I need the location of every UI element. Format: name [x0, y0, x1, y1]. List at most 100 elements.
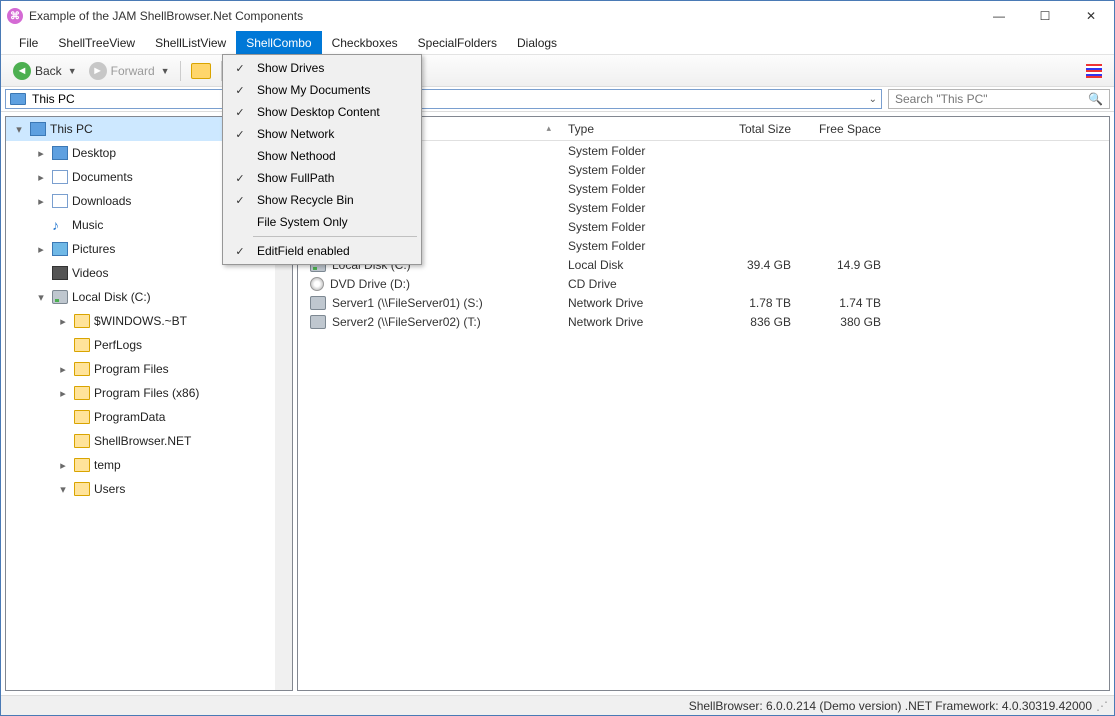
net-icon: [310, 315, 326, 329]
maximize-button[interactable]: ☐: [1022, 1, 1068, 31]
expand-toggle-icon[interactable]: ▾: [56, 483, 70, 496]
tree-item-label: Pictures: [72, 242, 115, 256]
expand-toggle-icon[interactable]: ▸: [34, 171, 48, 184]
expand-toggle-icon[interactable]: ▸: [56, 363, 70, 376]
address-row: This PC ⌄ Search "This PC" 🔍: [1, 87, 1114, 111]
menu-dialogs[interactable]: Dialogs: [507, 31, 567, 54]
folder-icon: [74, 314, 90, 328]
menu-item-show-network[interactable]: ✓Show Network: [225, 123, 419, 145]
menu-shelllistview[interactable]: ShellListView: [145, 31, 236, 54]
resize-grip[interactable]: ⋰: [1096, 699, 1106, 713]
options-button[interactable]: [1080, 62, 1108, 80]
back-button[interactable]: ◄ Back ▼: [7, 60, 83, 82]
list-item-free: 14.9 GB: [800, 258, 890, 272]
tree-item-label: Program Files: [94, 362, 169, 376]
tree-item[interactable]: ▾Users: [6, 477, 292, 501]
tree-item-label: ShellBrowser.NET: [94, 434, 191, 448]
minimize-button[interactable]: ―: [976, 1, 1022, 31]
column-type[interactable]: Type: [560, 122, 700, 136]
check-icon: ✓: [231, 84, 249, 97]
go-to-folder-button[interactable]: [185, 61, 217, 81]
expand-toggle-icon[interactable]: ▸: [34, 243, 48, 256]
music-icon: ♪: [52, 218, 68, 232]
folder-icon: [74, 338, 90, 352]
list-item-name: DVD Drive (D:): [330, 277, 410, 291]
tree-item-label: This PC: [50, 122, 93, 136]
tree-item[interactable]: ▸temp: [6, 453, 292, 477]
menu-item-show-recycle-bin[interactable]: ✓Show Recycle Bin: [225, 189, 419, 211]
menu-item-label: File System Only: [257, 215, 348, 229]
address-bar[interactable]: This PC ⌄: [5, 89, 882, 109]
expand-toggle-icon[interactable]: ▾: [34, 291, 48, 304]
menu-item-show-nethood[interactable]: Show Nethood: [225, 145, 419, 167]
expand-toggle-icon[interactable]: ▸: [56, 315, 70, 328]
search-placeholder: Search "This PC": [895, 92, 988, 106]
column-free-space[interactable]: Free Space: [800, 122, 890, 136]
chevron-down-icon: ▼: [68, 66, 77, 76]
list-item-type: System Folder: [560, 239, 700, 253]
list-row[interactable]: Server1 (\\FileServer01) (S:)Network Dri…: [298, 293, 1109, 312]
menu-specialfolders[interactable]: SpecialFolders: [408, 31, 507, 54]
search-icon: 🔍: [1088, 92, 1103, 106]
docs-icon: [52, 170, 68, 184]
list-item-total: 39.4 GB: [700, 258, 800, 272]
search-input[interactable]: Search "This PC" 🔍: [888, 89, 1110, 109]
menu-item-file-system-only[interactable]: File System Only: [225, 211, 419, 233]
cd-icon: [310, 277, 324, 291]
menu-item-show-fullpath[interactable]: ✓Show FullPath: [225, 167, 419, 189]
vid-icon: [52, 266, 68, 280]
close-button[interactable]: ✕: [1068, 1, 1114, 31]
folder-icon: [191, 63, 211, 79]
forward-button[interactable]: ► Forward ▼: [83, 60, 176, 82]
column-total-size[interactable]: Total Size: [700, 122, 800, 136]
menu-item-show-drives[interactable]: ✓ Show Drives: [225, 57, 419, 79]
toolbar: ◄ Back ▼ ► Forward ▼ ▼: [1, 55, 1114, 87]
dl-icon: [52, 194, 68, 208]
check-icon: ✓: [231, 245, 249, 258]
menu-checkboxes[interactable]: Checkboxes: [322, 31, 408, 54]
tree-item[interactable]: ▸$WINDOWS.~BT: [6, 309, 292, 333]
menu-item-show-desktop-content[interactable]: ✓Show Desktop Content: [225, 101, 419, 123]
list-row[interactable]: DVD Drive (D:)CD Drive: [298, 274, 1109, 293]
check-icon: ✓: [231, 62, 249, 75]
menu-item-editfield-enabled[interactable]: ✓EditField enabled: [225, 240, 419, 262]
menu-shelltreeview[interactable]: ShellTreeView: [48, 31, 145, 54]
tree-item[interactable]: ▸Program Files (x86): [6, 381, 292, 405]
check-icon: ✓: [231, 128, 249, 141]
folder-icon: [74, 458, 90, 472]
tree-item[interactable]: ProgramData: [6, 405, 292, 429]
menu-bar: FileShellTreeViewShellListViewShellCombo…: [1, 31, 1114, 55]
menu-file[interactable]: File: [9, 31, 48, 54]
expand-toggle-icon[interactable]: ▾: [12, 123, 26, 136]
net-icon: [310, 296, 326, 310]
list-item-free: 380 GB: [800, 315, 890, 329]
expand-toggle-icon[interactable]: ▸: [56, 459, 70, 472]
tree-item[interactable]: PerfLogs: [6, 333, 292, 357]
pc-icon: [52, 146, 68, 160]
list-item-type: System Folder: [560, 201, 700, 215]
list-item-free: 1.74 TB: [800, 296, 890, 310]
tree-item-label: PerfLogs: [94, 338, 142, 352]
sort-up-icon: ▴: [546, 123, 551, 134]
expand-toggle-icon[interactable]: ▸: [56, 387, 70, 400]
chevron-down-icon: ▼: [161, 66, 170, 76]
menu-item-label: Show Nethood: [257, 149, 336, 163]
list-row[interactable]: Server2 (\\FileServer02) (T:)Network Dri…: [298, 312, 1109, 331]
menu-item-show-my-documents[interactable]: ✓Show My Documents: [225, 79, 419, 101]
tree-item[interactable]: ▾Local Disk (C:): [6, 285, 292, 309]
pc-icon: [30, 122, 46, 136]
list-item-total: 836 GB: [700, 315, 800, 329]
tree-item[interactable]: ▸ Program Files: [6, 357, 292, 381]
menu-item-label: Show Drives: [257, 61, 324, 75]
expand-toggle-icon[interactable]: ▸: [34, 195, 48, 208]
chevron-down-icon[interactable]: ⌄: [869, 94, 877, 105]
tree-item[interactable]: ShellBrowser.NET: [6, 429, 292, 453]
list-item-type: Network Drive: [560, 296, 700, 310]
expand-toggle-icon[interactable]: ▸: [34, 147, 48, 160]
menu-item-label: Show Desktop Content: [257, 105, 380, 119]
pic-icon: [52, 242, 68, 256]
menu-shellcombo[interactable]: ShellCombo: [236, 31, 321, 54]
tree-item-label: Music: [72, 218, 103, 232]
list-item-type: Local Disk: [560, 258, 700, 272]
check-icon: ✓: [231, 172, 249, 185]
